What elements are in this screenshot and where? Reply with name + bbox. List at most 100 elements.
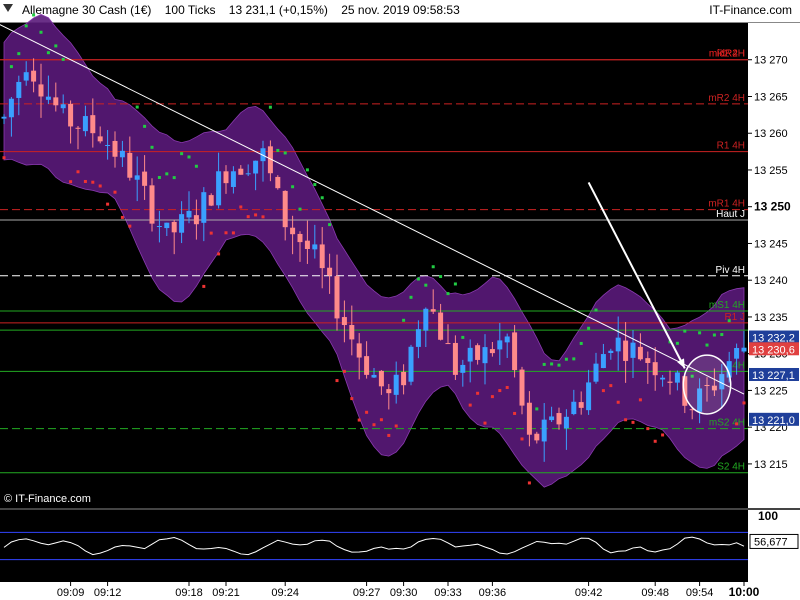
candle-body <box>504 336 510 343</box>
level-label: mS1 4H <box>709 300 745 311</box>
sar-dot <box>379 418 383 422</box>
x-tick-label: 09:27 <box>353 587 381 599</box>
sar-dot <box>231 231 235 235</box>
candle-body <box>134 175 140 180</box>
candle-body <box>512 332 518 371</box>
candle-body <box>667 381 673 383</box>
candle-body <box>408 346 414 382</box>
candle-body <box>364 356 370 375</box>
sar-dot <box>157 175 161 179</box>
candle-body <box>223 171 229 184</box>
candle-body <box>630 342 636 358</box>
sar-dot <box>298 207 302 211</box>
candle-body <box>526 402 532 435</box>
candle-body <box>60 104 66 109</box>
sar-dot <box>32 13 36 17</box>
highlight-ellipse <box>682 354 732 415</box>
sar-dot <box>653 439 657 443</box>
candle-body <box>600 354 606 369</box>
sar-dot <box>224 231 228 235</box>
sar-dot <box>261 215 265 219</box>
sar-dot <box>587 326 591 330</box>
sar-dot <box>91 180 95 184</box>
sar-dot <box>387 433 391 437</box>
sar-dot <box>39 30 43 34</box>
sar-dot <box>424 283 428 287</box>
candle-body <box>38 84 44 97</box>
candle-body <box>290 227 296 235</box>
candle-body <box>304 240 310 250</box>
sar-dot <box>594 308 598 312</box>
sar-dot <box>372 423 376 427</box>
sar-dot <box>357 418 361 422</box>
sar-dot <box>246 215 250 219</box>
sar-dot <box>416 277 420 281</box>
sar-dot <box>150 145 154 149</box>
sar-dot <box>335 379 339 383</box>
price-chart[interactable]: midR2HR2 4HmR2 4HR1 4HmR1 4HHaut JPiv 4H… <box>0 0 800 600</box>
candle-body <box>371 374 377 378</box>
y-tick-label: 13 215 <box>754 459 788 471</box>
sar-dot <box>461 335 465 339</box>
candle-body <box>105 144 111 146</box>
candle-body <box>349 325 355 340</box>
candle-body <box>356 343 362 358</box>
level-label: R1 J <box>724 312 745 323</box>
sar-dot <box>128 224 132 228</box>
candle-body <box>423 308 429 331</box>
candle-body <box>586 382 592 411</box>
sar-dot <box>209 231 213 235</box>
candle-body <box>497 340 503 350</box>
candle-body <box>97 136 103 142</box>
x-tick-label: 09:24 <box>271 587 299 599</box>
level-label: R2 4H <box>717 49 745 60</box>
sar-dot <box>291 185 295 189</box>
candle-body <box>341 317 347 326</box>
y-tick-label: 13 270 <box>754 55 788 67</box>
candle-body <box>216 171 222 206</box>
candle-body <box>482 347 488 364</box>
candle-body <box>8 98 14 118</box>
candle-body <box>467 347 473 362</box>
candle-body <box>327 267 333 276</box>
candle-body <box>119 150 125 158</box>
y-tick-label: 13 235 <box>754 312 788 324</box>
sar-dot <box>239 205 243 209</box>
sar-dot <box>135 105 139 109</box>
sar-dot <box>572 357 576 361</box>
sar-dot <box>727 319 731 323</box>
candle-body <box>593 363 599 382</box>
y-tick-label: 13 250 <box>754 200 791 214</box>
sar-dot <box>342 369 346 373</box>
candle-body <box>179 214 185 233</box>
candle-body <box>164 222 170 229</box>
sar-dot <box>564 357 568 361</box>
sar-dot <box>409 295 413 299</box>
sar-dot <box>742 401 746 405</box>
sar-dot <box>490 395 494 399</box>
level-label: Haut J <box>716 209 745 220</box>
sar-dot <box>313 183 317 187</box>
y-tick-label: 13 255 <box>754 165 788 177</box>
x-tick-label: 09:54 <box>686 587 714 599</box>
candle-body <box>1 116 7 119</box>
candle-body <box>253 160 259 174</box>
candle-body <box>674 372 680 383</box>
candle-body <box>31 70 37 82</box>
candle-body <box>556 413 562 425</box>
price-tag-label: 13 230,6 <box>752 344 795 356</box>
level-label: 4H <box>732 360 745 371</box>
candle-body <box>415 329 421 347</box>
sar-dot <box>498 389 502 393</box>
sar-dot <box>638 398 642 402</box>
sar-dot <box>276 148 280 152</box>
sar-dot <box>143 124 147 128</box>
sar-dot <box>468 403 472 407</box>
sar-dot <box>113 190 117 194</box>
osc-value-label: 56,677 <box>754 536 788 548</box>
y-tick-label: 13 260 <box>754 128 788 140</box>
candle-body <box>534 433 540 441</box>
sar-dot <box>106 202 110 206</box>
level-label: R1 4H <box>717 141 745 152</box>
copyright-text: © IT-Finance.com <box>4 493 91 505</box>
